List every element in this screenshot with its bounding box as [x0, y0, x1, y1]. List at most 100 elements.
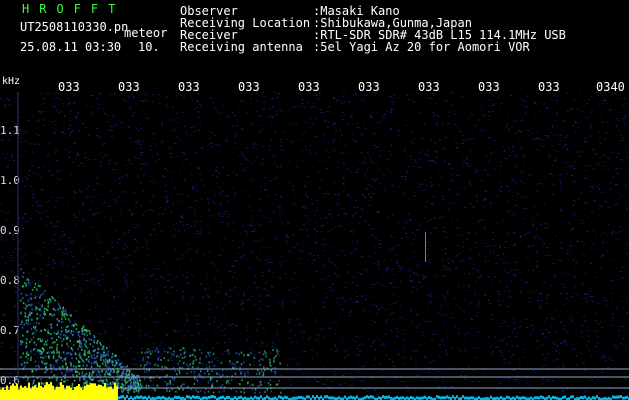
- spectrum-cell: [96, 385, 98, 400]
- spectrum-cell: [86, 346, 89, 348]
- spectrum-cell: [33, 353, 36, 355]
- spectrum-cell: [259, 130, 262, 132]
- spectrum-cell: [307, 338, 310, 340]
- spectrum-cell: [232, 221, 235, 223]
- spectrum-cell: [36, 250, 39, 252]
- spectrum-cell: [203, 372, 206, 375]
- spectrum-cell: [137, 389, 140, 392]
- spectrum-cell: [120, 325, 123, 327]
- spectrum-cell: [66, 252, 69, 254]
- spectrum-cell: [448, 270, 451, 272]
- spectrum-cell: [128, 209, 131, 211]
- spectrum-cell: [611, 359, 614, 361]
- spectrum-cell: [625, 149, 628, 151]
- spectrum-cell: [519, 320, 522, 322]
- spectrum-cell: [220, 330, 223, 332]
- spectrum-cell: [74, 387, 76, 400]
- spectrum-cell: [196, 379, 199, 382]
- spectrum-cell: [56, 296, 59, 298]
- spectrum-cell: [20, 323, 22, 326]
- spectrum-cell: [69, 131, 72, 133]
- spectrum-cell: [601, 326, 604, 328]
- spectrum-cell: [6, 154, 9, 156]
- spectrum-cell: [183, 361, 185, 364]
- spectrum-cell: [392, 365, 395, 367]
- spectrum-cell: [198, 396, 200, 400]
- spectrum-cell: [166, 384, 168, 387]
- spectrum-cell: [389, 112, 392, 114]
- spectrum-cell: [510, 95, 513, 97]
- spectrum-cell: [366, 269, 369, 271]
- spectrum-cell: [579, 352, 582, 354]
- spectrum-cell: [257, 132, 260, 134]
- spectrum-cell: [122, 395, 124, 399]
- spectrum-cell: [280, 395, 282, 399]
- spectrum-cell: [46, 266, 49, 268]
- spectrum-cell: [30, 348, 33, 350]
- spectrum-cell: [101, 256, 104, 258]
- spectrum-cell: [57, 313, 60, 315]
- spectrum-cell: [408, 219, 411, 221]
- spectrum-cell: [20, 299, 22, 302]
- spectrum-cell: [120, 365, 122, 368]
- spectrum-cell: [278, 276, 281, 278]
- spectrum-cell: [572, 259, 575, 261]
- spectrum-cell: [76, 152, 79, 154]
- spectrum-cell: [122, 248, 125, 250]
- spectrum-cell: [219, 385, 222, 388]
- spectrum-cell: [605, 305, 608, 307]
- spectrum-cell: [246, 231, 249, 233]
- spectrum-cell: [209, 251, 212, 253]
- spectrum-cell: [83, 382, 85, 385]
- spectrum-cell: [106, 365, 108, 368]
- spectrum-cell: [145, 388, 148, 390]
- spectrum-cell: [444, 248, 447, 250]
- spectrum-cell: [280, 145, 283, 147]
- spectrum-cell: [391, 268, 394, 270]
- spectrum-cell: [182, 218, 185, 220]
- spectrum-cell: [325, 379, 328, 381]
- spectrum-cell: [494, 143, 497, 145]
- spectrum-cell: [371, 234, 374, 236]
- spectrum-cell: [513, 328, 516, 330]
- spectrum-cell: [491, 281, 494, 283]
- spectrum-cell: [210, 142, 213, 144]
- spectrum-cell: [411, 165, 414, 167]
- spectrum-cell: [360, 272, 363, 274]
- spectrum-cell: [342, 190, 345, 192]
- spectrum-cell: [88, 350, 90, 353]
- spectrum-cell: [507, 272, 510, 274]
- spectrum-cell: [196, 100, 199, 102]
- spectrum-cell: [124, 152, 127, 154]
- spectrum-cell: [99, 211, 102, 213]
- spectrum-cell: [363, 206, 366, 208]
- spectrum-cell: [261, 92, 264, 94]
- spectrum-cell: [125, 281, 128, 283]
- spectrum-cell: [417, 223, 420, 225]
- spectrum-cell: [137, 139, 140, 141]
- spectrum-cell: [307, 92, 310, 94]
- spectrum-cell: [540, 293, 543, 295]
- spectrum-cell: [239, 163, 242, 165]
- spectrum-cell: [128, 229, 131, 231]
- spectrum-cell: [44, 110, 47, 112]
- spectrum-cell: [573, 200, 576, 202]
- spectrum-cell: [351, 251, 354, 253]
- spectrum-cell: [455, 205, 458, 207]
- spectrum-cell: [91, 214, 94, 216]
- spectrum-cell: [425, 244, 426, 246]
- spectrum-cell: [378, 168, 381, 170]
- spectrum-cell: [474, 280, 477, 282]
- spectrum-cell: [299, 92, 302, 94]
- spectrum-cell: [164, 396, 166, 400]
- spectrum-cell: [98, 384, 100, 400]
- spectrum-cell: [499, 161, 502, 163]
- spectrum-cell: [77, 364, 80, 367]
- spectrum-cell: [573, 144, 576, 146]
- spectrum-cell: [239, 389, 242, 391]
- spectrum-cell: [424, 153, 427, 155]
- spectrum-cell: [615, 125, 618, 127]
- spectrum-cell: [419, 344, 422, 346]
- spectrum-cell: [599, 113, 602, 115]
- spectrum-cell: [435, 151, 438, 153]
